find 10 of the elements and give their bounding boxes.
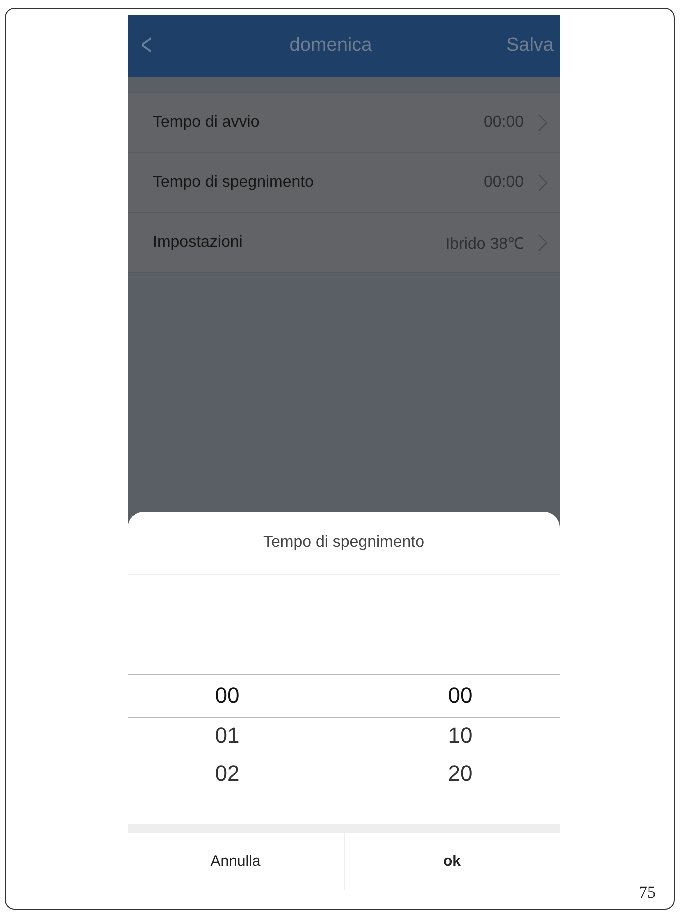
picker-value[interactable]: 00	[215, 674, 240, 717]
picker-value[interactable]: 10	[448, 717, 473, 755]
page-number: 75	[639, 883, 656, 903]
picker-value[interactable]: 20	[448, 755, 473, 793]
screen-title: domenica	[290, 35, 372, 57]
time-picker[interactable]: 00 01 02 00 10 20	[128, 674, 560, 801]
picker-value[interactable]: 00	[448, 674, 473, 717]
picker-value[interactable]: 02	[215, 755, 240, 793]
picker-value[interactable]: 01	[215, 717, 240, 755]
sheet-title: Tempo di spegnimento	[128, 512, 560, 575]
